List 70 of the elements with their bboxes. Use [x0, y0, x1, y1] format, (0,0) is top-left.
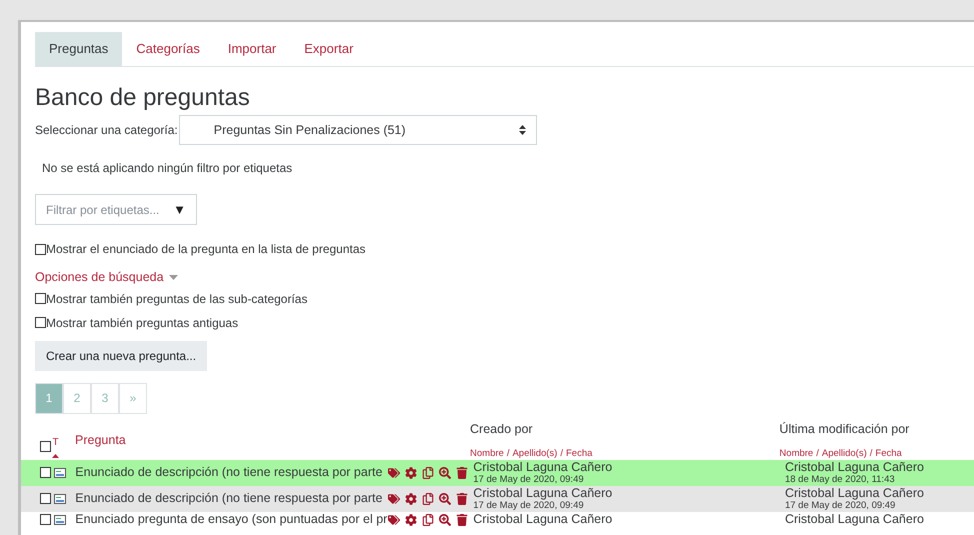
- question-name: Enunciado pregunta de ensayo (son puntuadas por el pr: [75, 511, 388, 528]
- modified-date: 17 de May de 2020, 09:49: [784, 500, 896, 512]
- create-question-button[interactable]: Crear una nueva pregunta...: [35, 340, 208, 371]
- separator: /: [868, 446, 874, 460]
- copy-icon[interactable]: [422, 466, 434, 479]
- zoom-in-icon[interactable]: [438, 492, 451, 505]
- checkbox[interactable]: [40, 493, 51, 504]
- created-date: 17 de May de 2020, 09:49: [473, 500, 585, 512]
- sort-link[interactable]: Nombre: [779, 446, 814, 460]
- checkbox[interactable]: [35, 293, 46, 304]
- question-name: Enunciado de descripción (no tiene respuesta por parte: [75, 464, 382, 482]
- checkbox[interactable]: [40, 467, 51, 478]
- tags-icon[interactable]: [388, 466, 400, 479]
- question-name: Enunciado de descripción (no tiene respuesta por parte: [75, 490, 382, 508]
- zoom-in-icon[interactable]: [438, 466, 451, 479]
- checkbox[interactable]: [40, 440, 51, 452]
- column-header: Última modificación por: [779, 422, 910, 437]
- question-row[interactable]: Enunciado de descripción (no tiene respuesta por parte Cristobal Laguna Cañero 17 de May de 2020, 09:49 Cristobal Laguna Cañero 18 de May de 2020, 11:43: [21, 460, 974, 486]
- zoom-in-icon[interactable]: [438, 514, 451, 526]
- checkbox[interactable]: [35, 317, 46, 328]
- tab[interactable]: Importar: [214, 32, 290, 66]
- sort-link[interactable]: Fecha: [566, 446, 592, 460]
- modifier-name: Cristobal Laguna Cañero: [784, 512, 925, 526]
- separator: /: [815, 446, 820, 460]
- trash-icon[interactable]: [456, 492, 468, 505]
- option-label: Mostrar el enunciado de la pregunta en la lista de preguntas: [46, 241, 366, 258]
- sort-link[interactable]: Nombre: [470, 446, 504, 460]
- column-header[interactable]: Pregunta: [75, 431, 126, 450]
- created-date: 17 de May de 2020, 09:49: [473, 474, 585, 486]
- tab[interactable]: Exportar: [290, 32, 368, 66]
- type-sort-link[interactable]: T: [52, 438, 59, 448]
- question-type-icon: [54, 514, 66, 525]
- modified-date: 18 de May de 2020, 11:43: [784, 474, 896, 486]
- creator-name: Cristobal Laguna Cañero: [473, 486, 614, 500]
- modifier-name: Cristobal Laguna Cañero: [784, 460, 925, 474]
- settings-icon[interactable]: [404, 514, 417, 526]
- search-options-link[interactable]: Opciones de búsqueda: [35, 268, 164, 287]
- sort-link[interactable]: Apellido(s): [512, 446, 558, 460]
- question-type-icon: [54, 494, 66, 504]
- category-label: Seleccionar una categoría:: [35, 122, 178, 139]
- page-title: Banco de preguntas: [35, 83, 251, 113]
- tag-filter-field[interactable]: Filtrar por etiquetas... ▼: [35, 194, 197, 225]
- separator: /: [506, 446, 510, 460]
- trash-icon[interactable]: [456, 514, 468, 526]
- checkbox[interactable]: [35, 244, 46, 254]
- sort-link[interactable]: Fecha: [875, 446, 902, 460]
- tab[interactable]: Categorías: [122, 32, 214, 66]
- modifier-name: Cristobal Laguna Cañero: [784, 486, 925, 500]
- option-label: Mostrar también preguntas antiguas: [46, 314, 238, 332]
- sort-link[interactable]: Apellido(s): [822, 446, 867, 460]
- question-row[interactable]: Enunciado de descripción (no tiene respuesta por parte Cristobal Laguna Cañero 17 de May de 2020, 09:49 Cristobal Laguna Cañero 17 de May de 2020, 09:49: [21, 486, 974, 512]
- tags-icon[interactable]: [388, 514, 400, 526]
- filter-note: No se está aplicando ningún filtro por etiquetas: [42, 160, 294, 177]
- creator-name: Cristobal Laguna Cañero: [473, 512, 614, 526]
- option-label: Mostrar también preguntas de las sub-categorías: [46, 290, 308, 308]
- copy-icon[interactable]: [422, 492, 434, 505]
- tab[interactable]: Preguntas: [35, 32, 122, 66]
- sort-caret-icon: [518, 125, 526, 135]
- category-select[interactable]: Preguntas Sin Penalizaciones (51): [178, 115, 537, 145]
- separator: /: [559, 446, 564, 460]
- caret-icon: [168, 274, 178, 280]
- tags-icon[interactable]: [388, 492, 400, 505]
- settings-icon[interactable]: [404, 492, 417, 505]
- column-header: Creado por: [470, 422, 534, 437]
- copy-icon[interactable]: [422, 514, 434, 526]
- checkbox[interactable]: [40, 514, 51, 526]
- settings-icon[interactable]: [404, 466, 417, 479]
- trash-icon[interactable]: [456, 466, 468, 479]
- creator-name: Cristobal Laguna Cañero: [473, 460, 614, 474]
- question-type-icon: [54, 468, 66, 478]
